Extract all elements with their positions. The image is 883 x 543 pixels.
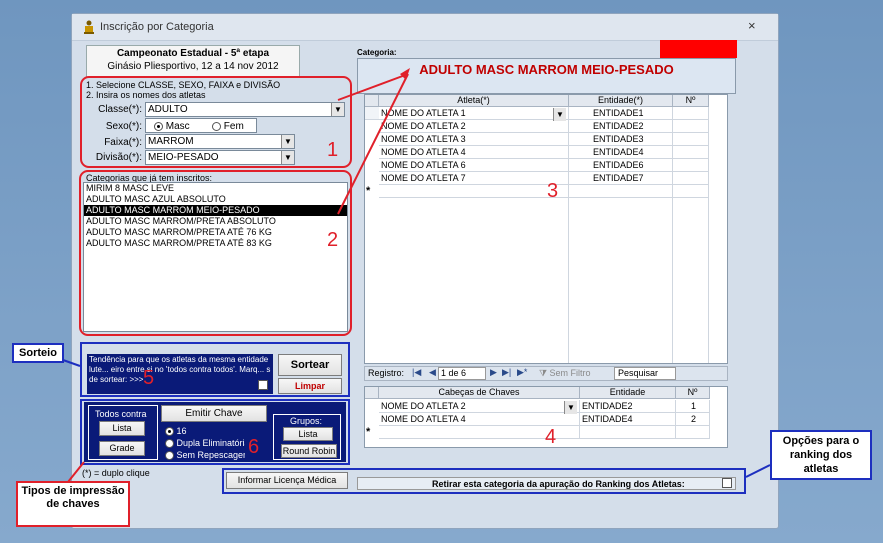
tipos-callout: Tipos de impressão de chaves bbox=[16, 481, 130, 527]
sorteio-callout: Sorteio bbox=[12, 343, 64, 363]
arrow-line bbox=[62, 359, 81, 367]
annotation-arrows bbox=[62, 68, 771, 483]
arrow-line bbox=[337, 73, 409, 215]
arrow-head bbox=[400, 68, 410, 80]
arrow-line bbox=[67, 461, 85, 483]
arrow-line bbox=[745, 464, 771, 478]
opcoes-callout: Opções para o ranking dos atletas bbox=[770, 430, 872, 480]
